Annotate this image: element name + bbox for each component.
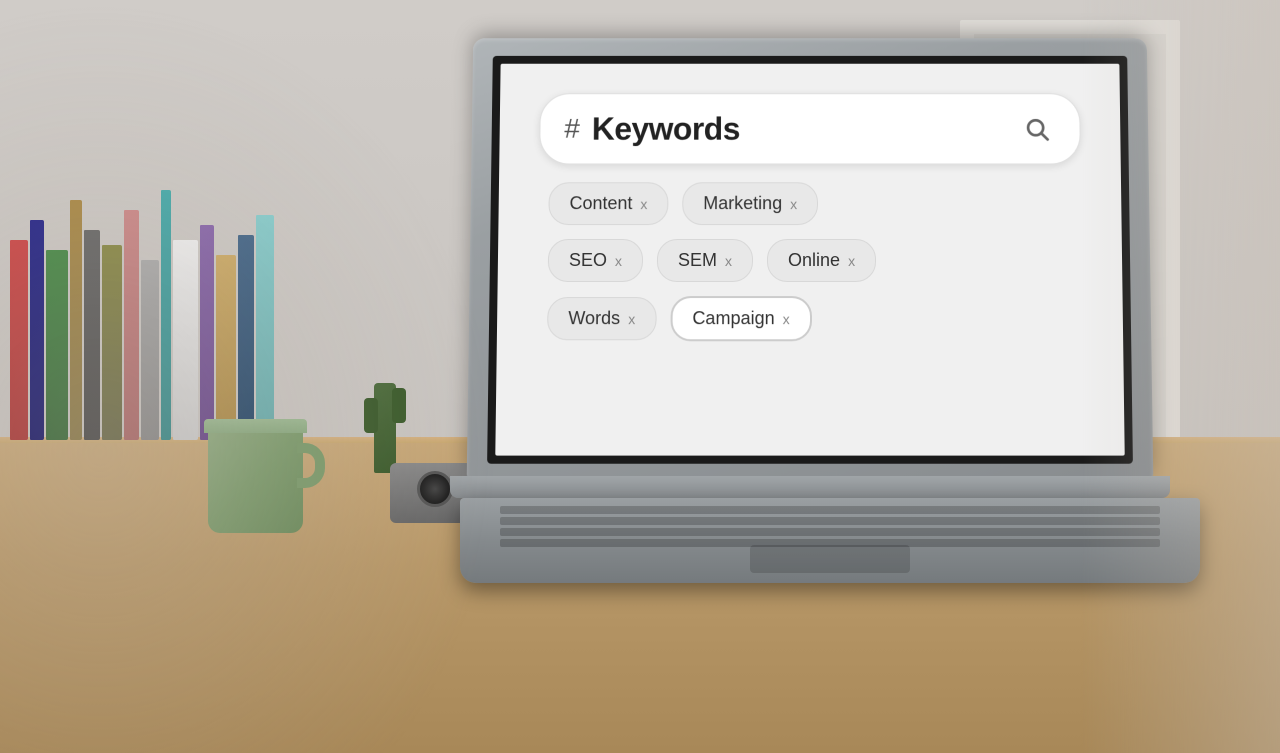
book-7 <box>124 210 139 440</box>
tag-words-label: Words <box>568 308 620 329</box>
scene: # Keywords <box>0 0 1280 753</box>
coffee-mug <box>208 423 303 533</box>
keyboard-row-2 <box>500 517 1160 525</box>
book-5 <box>84 230 100 440</box>
books-area <box>10 140 320 440</box>
laptop-display: # Keywords <box>495 64 1124 456</box>
laptop: # Keywords <box>450 36 1170 583</box>
tag-content[interactable]: Content x <box>548 182 668 225</box>
keyboard-row-3 <box>500 528 1160 536</box>
keyboard-rows <box>500 506 1160 547</box>
tag-seo-close[interactable]: x <box>615 253 622 269</box>
laptop-bezel: # Keywords <box>487 56 1133 464</box>
book-8 <box>141 260 159 440</box>
cactus-arm-left <box>364 398 378 433</box>
search-icon[interactable] <box>1018 110 1056 148</box>
tag-words-close[interactable]: x <box>628 311 635 327</box>
tag-marketing[interactable]: Marketing x <box>682 182 818 225</box>
keyboard-row-1 <box>500 506 1160 514</box>
book-12 <box>216 255 236 440</box>
tags-row-3: Words x Campaign x <box>547 296 1083 341</box>
tag-online-label: Online <box>788 250 840 271</box>
book-14 <box>256 215 274 440</box>
book-10 <box>173 240 198 440</box>
trackpad[interactable] <box>750 545 910 573</box>
book-11 <box>200 225 214 440</box>
book-4 <box>70 200 82 440</box>
tag-sem-label: SEM <box>678 250 717 271</box>
tag-content-close[interactable]: x <box>640 196 647 212</box>
laptop-screen-outer: # Keywords <box>467 38 1154 478</box>
tag-campaign-close[interactable]: x <box>783 311 790 327</box>
tag-words[interactable]: Words x <box>547 297 656 340</box>
search-bar[interactable]: # Keywords <box>539 93 1081 164</box>
laptop-keyboard <box>460 498 1200 583</box>
tag-campaign-label: Campaign <box>692 308 774 329</box>
tag-online-close[interactable]: x <box>848 253 855 269</box>
cactus-arm-right <box>392 388 406 423</box>
tags-area: Content x Marketing x SEO <box>537 182 1083 341</box>
mug-rim <box>204 419 307 433</box>
cactus <box>365 353 405 473</box>
search-input[interactable]: Keywords <box>592 111 1006 148</box>
book-2 <box>30 220 44 440</box>
book-3 <box>46 250 68 440</box>
cactus-body <box>374 383 396 473</box>
tag-content-label: Content <box>569 193 632 214</box>
book-13 <box>238 235 254 440</box>
tag-seo-label: SEO <box>569 250 607 271</box>
book-1 <box>10 240 28 440</box>
tag-seo[interactable]: SEO x <box>548 239 643 282</box>
book-6 <box>102 245 122 440</box>
tag-campaign[interactable]: Campaign x <box>670 296 812 341</box>
tag-marketing-close[interactable]: x <box>790 196 797 212</box>
tags-row-2: SEO x SEM x Online x <box>548 239 1083 282</box>
tag-sem[interactable]: SEM x <box>657 239 753 282</box>
tag-marketing-label: Marketing <box>703 193 782 214</box>
tags-row-1: Content x Marketing x <box>548 182 1081 225</box>
tag-online[interactable]: Online x <box>767 239 876 282</box>
hash-symbol: # <box>564 115 580 143</box>
tag-sem-close[interactable]: x <box>725 253 732 269</box>
book-9 <box>161 190 171 440</box>
laptop-base <box>450 476 1170 498</box>
